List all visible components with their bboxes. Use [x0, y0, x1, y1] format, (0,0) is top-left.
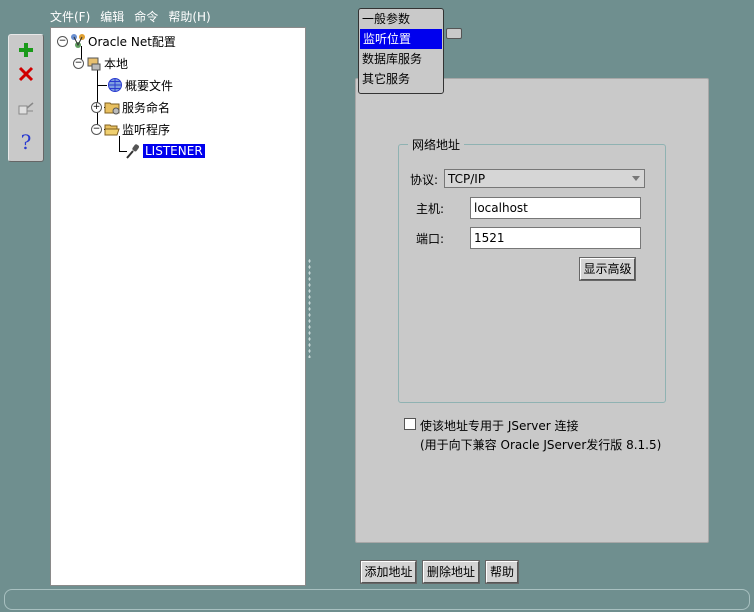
chevron-down-icon — [632, 176, 640, 181]
help-button[interactable]: 帮助 — [486, 561, 518, 583]
tree-node-root[interactable]: − Oracle Net配置 — [57, 32, 176, 50]
x-icon — [18, 66, 34, 82]
network-config-icon — [71, 34, 85, 48]
delete-button[interactable] — [14, 63, 38, 85]
port-label: 端口: — [416, 232, 445, 246]
tree-node-listeners[interactable]: − 监听程序 — [91, 120, 170, 138]
plus-icon — [19, 43, 33, 57]
jserver-note: (用于向下兼容 Oracle JServer发行版 8.1.5) — [420, 438, 662, 452]
port-input[interactable]: 1521 — [470, 227, 641, 249]
tree-label-listener: LISTENER — [143, 144, 205, 158]
help-tool-button[interactable]: ? — [14, 130, 38, 154]
test-connection-icon — [18, 102, 34, 115]
protocol-select[interactable]: TCP/IP — [444, 169, 645, 188]
navigator-tree[interactable]: − Oracle Net配置 − 本地 概要文件 + 服务命名 − 监听程序 L… — [50, 27, 306, 586]
host-input[interactable]: localhost — [470, 197, 641, 219]
menu-edit[interactable]: 编辑 — [100, 8, 124, 26]
page-general-params[interactable]: 一般参数 — [359, 9, 443, 29]
page-other-services[interactable]: 其它服务 — [359, 69, 443, 89]
collapse-icon: − — [73, 57, 84, 69]
collapse-icon: − — [57, 35, 68, 47]
tree-node-profile[interactable]: 概要文件 — [107, 76, 173, 94]
collapse-icon: − — [91, 123, 102, 135]
page-selector-menu[interactable]: 一般参数 监听位置 数据库服务 其它服务 — [358, 8, 444, 94]
page-listening-locations[interactable]: 监听位置 — [360, 29, 442, 49]
tree-label-listeners: 监听程序 — [122, 122, 171, 137]
test-connection-button[interactable] — [14, 97, 38, 119]
host-label: 主机: — [416, 202, 445, 216]
delete-address-button[interactable]: 删除地址 — [423, 561, 479, 583]
page-database-services[interactable]: 数据库服务 — [359, 49, 443, 69]
tree-label-root: Oracle Net配置 — [88, 34, 176, 49]
menu-command[interactable]: 命令 — [134, 8, 158, 26]
tree-label-profile: 概要文件 — [125, 78, 174, 93]
menu-bar: 文件(F) 编辑 命令 帮助(H) — [50, 8, 211, 26]
status-bar — [4, 589, 750, 610]
tree-label-naming: 服务命名 — [122, 100, 171, 115]
menu-file[interactable]: 文件(F) — [50, 8, 90, 26]
jserver-checkbox-label: 使该地址专用于 JServer 连接 — [420, 419, 579, 433]
add-address-button[interactable]: 添加地址 — [361, 561, 416, 583]
tree-node-listener[interactable]: LISTENER — [125, 142, 205, 160]
network-address-legend: 网络地址 — [408, 136, 465, 153]
protocol-value: TCP/IP — [448, 171, 486, 186]
splitter-handle[interactable] — [308, 258, 311, 358]
menu-help[interactable]: 帮助(H) — [168, 8, 210, 26]
tree-node-naming[interactable]: + 服务命名 — [91, 98, 170, 116]
toolbar: ? — [8, 34, 44, 162]
page-selector-button[interactable] — [446, 28, 462, 39]
show-advanced-button[interactable]: 显示高级 — [580, 258, 635, 280]
tree-label-local: 本地 — [104, 56, 129, 71]
question-icon: ? — [20, 130, 32, 154]
microphone-icon — [126, 144, 139, 159]
globe-icon — [108, 78, 122, 92]
expand-icon: + — [91, 101, 102, 113]
protocol-label: 协议: — [410, 173, 439, 187]
add-button[interactable] — [14, 39, 38, 61]
open-folder-icon — [104, 124, 120, 136]
jserver-checkbox[interactable] — [404, 418, 416, 430]
folder-icon — [104, 102, 120, 115]
tree-node-local[interactable]: − 本地 — [73, 54, 128, 72]
local-computer-icon — [87, 57, 101, 71]
